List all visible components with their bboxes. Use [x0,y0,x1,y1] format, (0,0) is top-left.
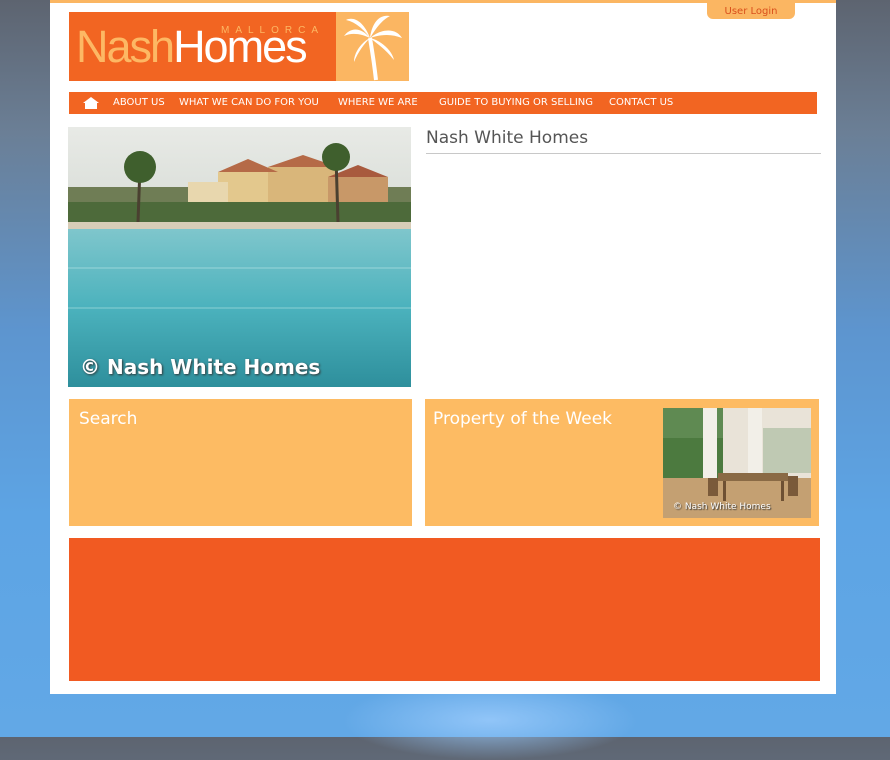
search-title: Search [79,409,138,429]
property-of-week-title: Property of the Week [433,409,613,429]
logo-wordmark: MALLORCA NashHomes [69,12,336,81]
nav-item-about-us[interactable]: ABOUT US [113,97,165,108]
main-navigation: ABOUT US WHAT WE CAN DO FOR YOU WHERE WE… [69,92,817,114]
site-logo[interactable]: MALLORCA NashHomes [69,12,409,81]
hero-image: © Nash White Homes [68,127,411,387]
nav-item-guide[interactable]: GUIDE TO BUYING OR SELLING [439,97,593,108]
logo-text: NashHomes [76,21,308,72]
nav-item-contact-us[interactable]: CONTACT US [609,97,673,108]
property-of-week-image[interactable]: © Nash White Homes [663,408,811,518]
nav-item-what-we-can-do[interactable]: WHAT WE CAN DO FOR YOU [179,97,319,108]
user-login-button[interactable]: User Login [707,3,795,19]
property-of-week-panel: Property of the Week © Nash White Homes [425,399,819,526]
property-of-week-caption: © Nash White Homes [673,502,771,512]
page-container: User Login MALLORCA NashHomes ABOUT US W… [50,0,836,694]
palm-tree-icon [336,12,409,81]
home-icon[interactable] [81,96,101,110]
logo-word-homes: Homes [173,21,308,72]
logo-word-nash: Nash [76,21,175,72]
nav-item-where-we-are[interactable]: WHERE WE ARE [338,97,418,108]
hero-caption: © Nash White Homes [80,355,321,379]
footer-panel [69,538,820,681]
page-title: Nash White Homes [426,128,821,154]
search-panel: Search [69,399,412,526]
